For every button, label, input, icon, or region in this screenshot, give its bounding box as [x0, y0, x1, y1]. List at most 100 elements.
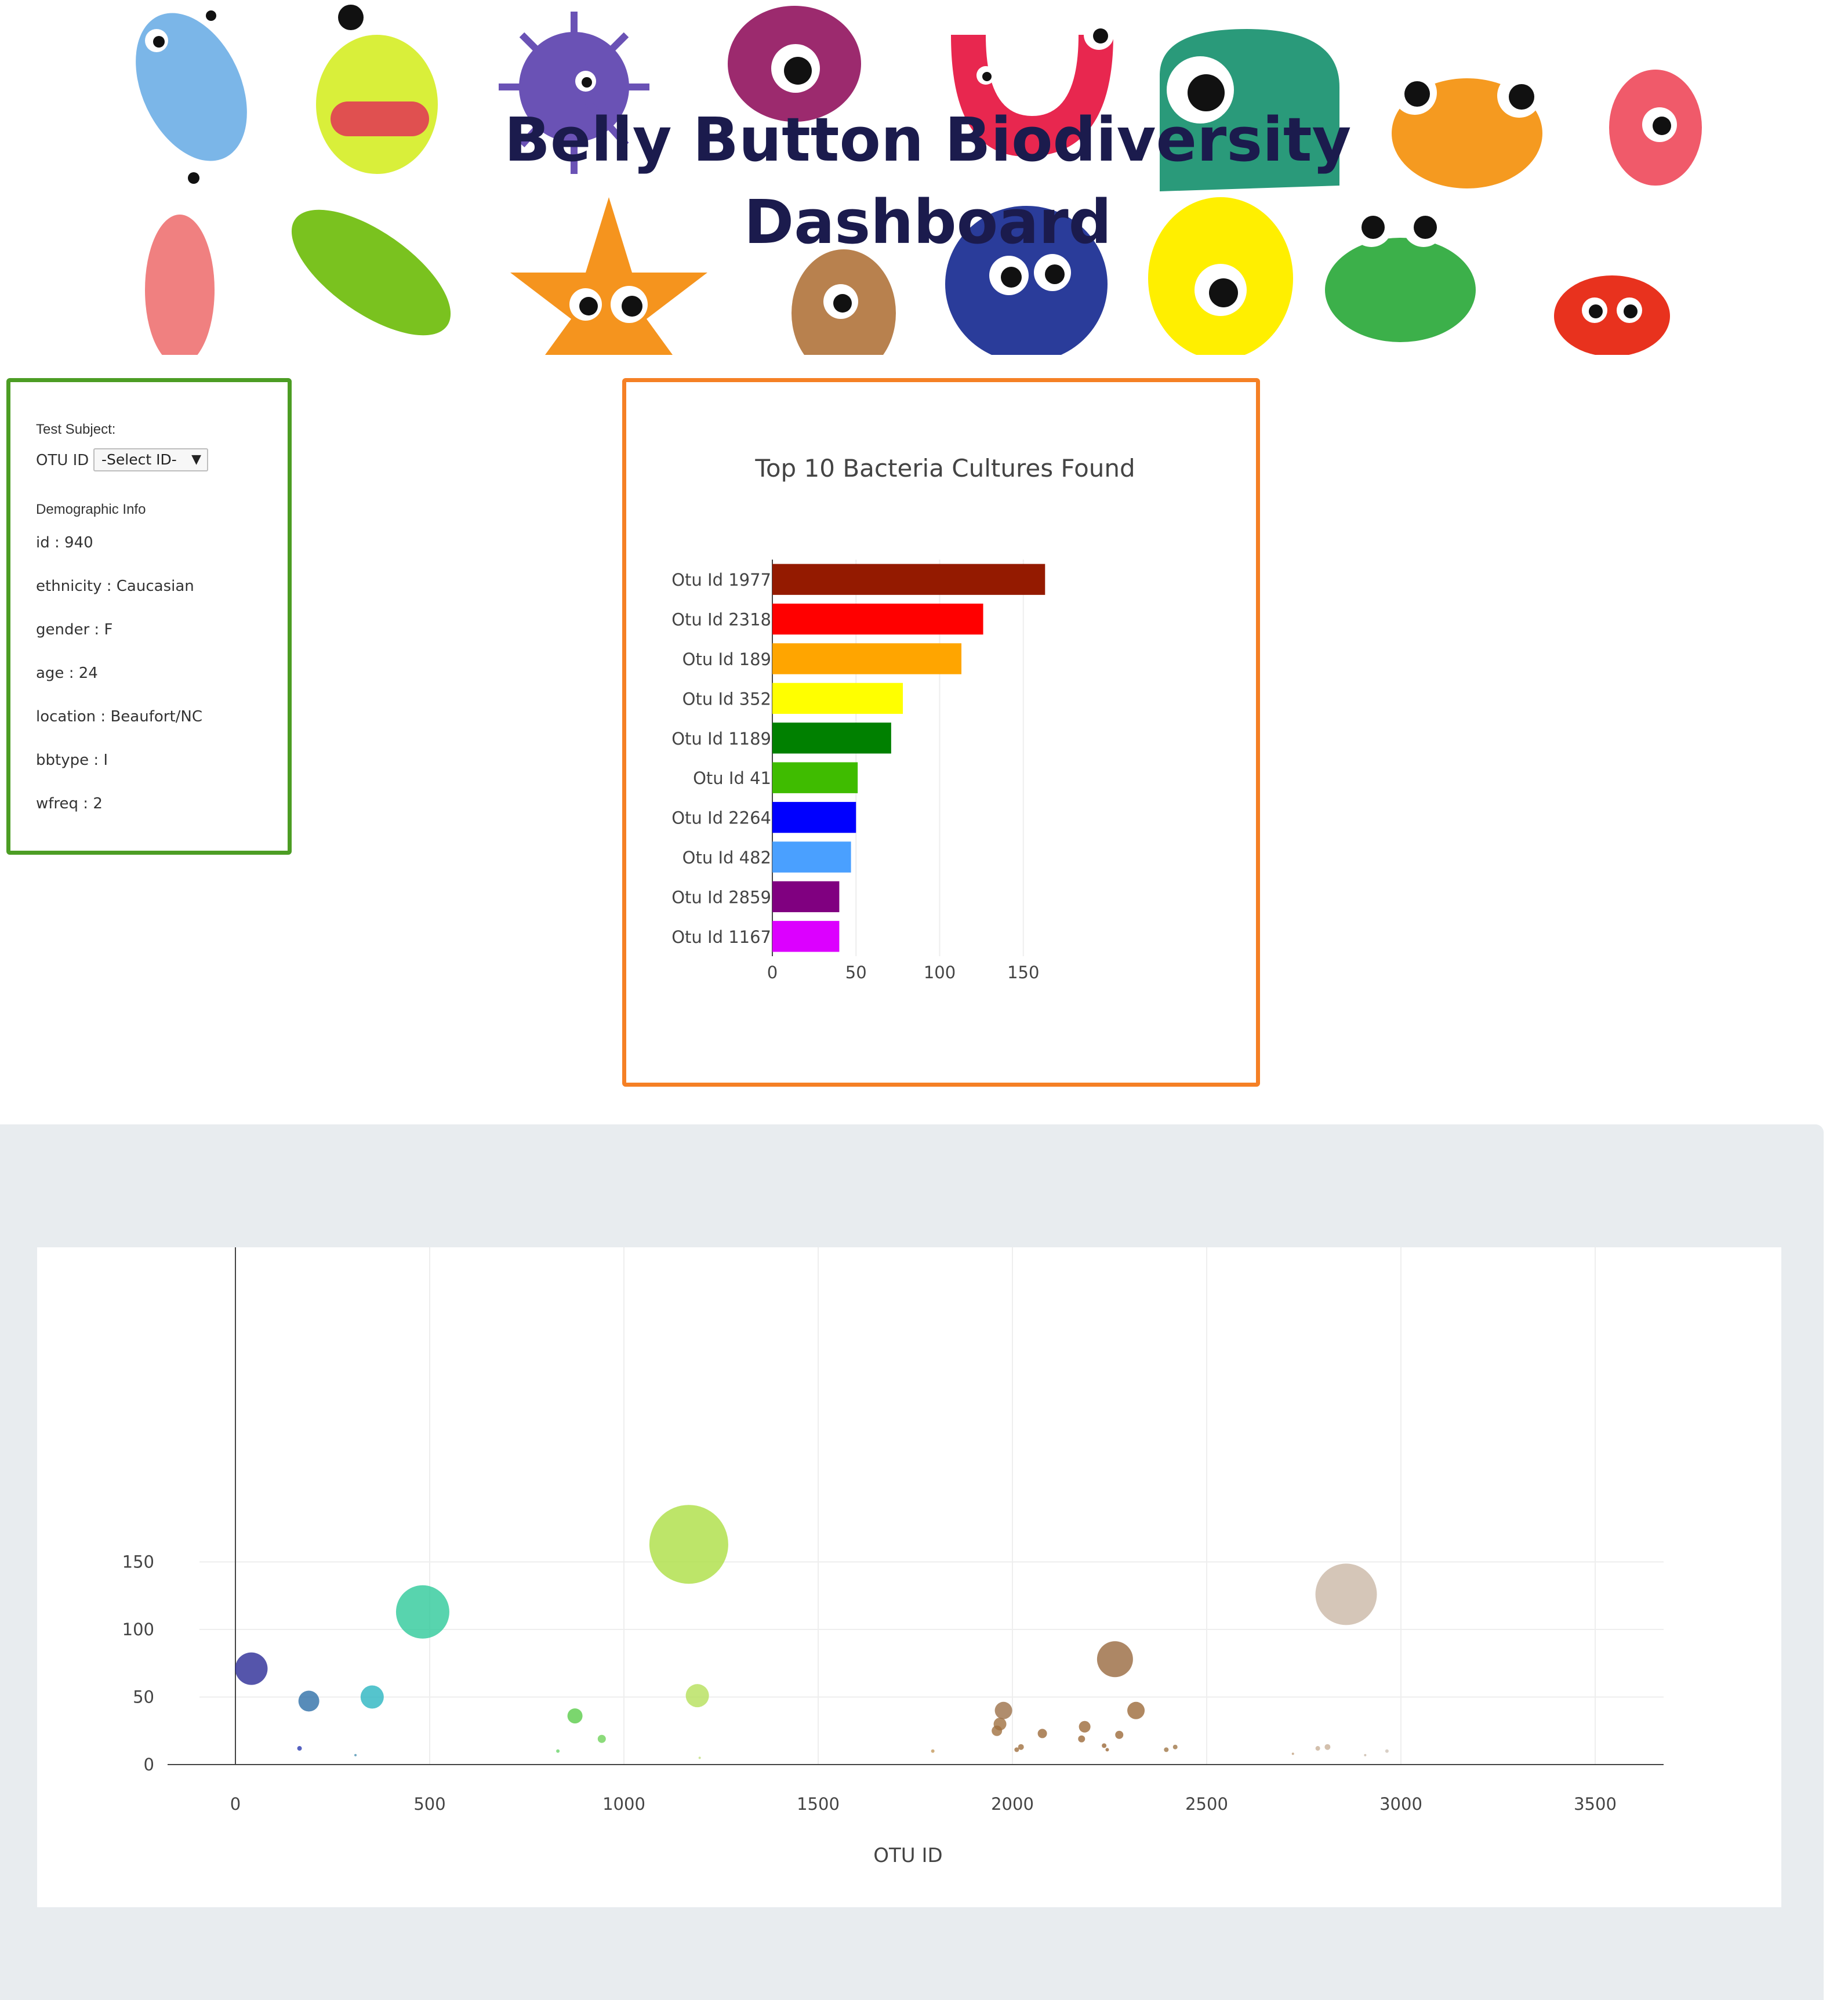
- bar-y-tick-label: Otu Id 2859: [671, 887, 771, 907]
- bar[interactable]: [772, 801, 856, 833]
- demographic-key: wfreq: [36, 795, 79, 812]
- bubble-point[interactable]: [567, 1708, 583, 1724]
- bubble-x-tick-label: 0: [230, 1794, 241, 1814]
- bubble-point[interactable]: [1291, 1752, 1294, 1755]
- header-banner: Belly Button Biodiversity Dashboard: [0, 0, 1848, 355]
- bubble-point[interactable]: [1385, 1749, 1389, 1753]
- bar-y-tick-label: Otu Id 352: [682, 689, 771, 709]
- dropdown-arrow-icon: ▼: [191, 452, 201, 467]
- demographic-value: F: [104, 621, 113, 638]
- bar-y-tick-label: Otu Id 1189: [671, 729, 771, 749]
- bar[interactable]: [772, 841, 851, 873]
- bar[interactable]: [772, 643, 962, 674]
- bubble-x-axis-title: OTU ID: [873, 1844, 942, 1867]
- bar-chart-title: Top 10 Bacteria Cultures Found: [754, 454, 1135, 482]
- demographic-row-age: age : 24: [36, 665, 98, 682]
- bubble-point[interactable]: [1164, 1747, 1169, 1752]
- bubble-point[interactable]: [1079, 1720, 1091, 1733]
- demographic-info-label: Demographic Info: [36, 502, 146, 517]
- bubble-x-tick-label: 1000: [602, 1794, 645, 1814]
- bar-y-tick-label: Otu Id 2264: [671, 808, 771, 828]
- bubble-point[interactable]: [1037, 1729, 1047, 1738]
- bubble-chart-area: 0 500 1000 1500 2000 2500 3000 3500 0 50 100 150 OT…: [37, 1247, 1781, 1907]
- otu-id-label: OTU ID: [36, 452, 89, 469]
- bubble-y-tick-label: 0: [144, 1755, 154, 1774]
- bubble-point[interactable]: [1315, 1746, 1320, 1751]
- demographic-row-location: location : Beaufort/NC: [36, 708, 203, 725]
- bubble-point[interactable]: [395, 1585, 449, 1639]
- bar-y-tick-label: Otu Id 189: [682, 649, 771, 669]
- demographic-value: 940: [64, 534, 93, 551]
- bubble-point[interactable]: [1078, 1735, 1085, 1743]
- demographic-key: age: [36, 665, 64, 682]
- bubble-point[interactable]: [556, 1749, 560, 1753]
- bubble-point[interactable]: [1115, 1730, 1124, 1739]
- bubble-point[interactable]: [360, 1685, 384, 1709]
- bubble-point[interactable]: [1315, 1563, 1377, 1625]
- bubble-x-tick-label: 2000: [991, 1794, 1034, 1814]
- bubble-point[interactable]: [235, 1652, 268, 1685]
- bar[interactable]: [772, 881, 840, 913]
- bubble-x-tick-label: 1500: [797, 1794, 840, 1814]
- demographic-row-gender: gender : F: [36, 621, 113, 638]
- page-title-line2: Dashboard: [743, 187, 1112, 257]
- bubble-point[interactable]: [1364, 1754, 1367, 1756]
- bubble-y-tick-label: 50: [133, 1687, 154, 1707]
- bar[interactable]: [772, 921, 840, 952]
- demographic-row-ethnicity: ethnicity : Caucasian: [36, 578, 194, 595]
- bar-y-tick-label: Otu Id 1977: [671, 570, 771, 590]
- bubble-y-tick-label: 150: [122, 1552, 154, 1572]
- bubble-x-tick-label: 3500: [1574, 1794, 1617, 1814]
- demographic-value: Caucasian: [116, 578, 194, 595]
- bar-chart: Top 10 Bacteria Cultures Found Otu Id 19…: [671, 454, 1135, 982]
- bubble-point[interactable]: [698, 1756, 701, 1759]
- bubble-point[interactable]: [649, 1505, 728, 1584]
- bubble-point[interactable]: [354, 1754, 357, 1756]
- demographic-key: ethnicity: [36, 578, 102, 595]
- bar[interactable]: [772, 683, 903, 714]
- demographic-value: 24: [78, 665, 98, 682]
- bar-y-tick-label: Otu Id 482: [682, 848, 771, 867]
- bubble-point[interactable]: [993, 1718, 1007, 1731]
- demographic-value: I: [103, 752, 108, 769]
- bubble-point[interactable]: [1018, 1744, 1024, 1750]
- bubble-point[interactable]: [1105, 1748, 1109, 1752]
- demographic-value: Beaufort/NC: [110, 708, 203, 725]
- bubble-point[interactable]: [597, 1734, 606, 1743]
- test-subject-label: Test Subject:: [36, 422, 116, 437]
- bubble-point[interactable]: [931, 1749, 935, 1753]
- bubble-point[interactable]: [1127, 1701, 1145, 1719]
- bubble-point[interactable]: [685, 1684, 709, 1708]
- bar-x-tick-label: 150: [1007, 963, 1039, 982]
- demographic-key: gender: [36, 621, 90, 638]
- demographic-row-bbtype: bbtype : I: [36, 752, 108, 769]
- bar[interactable]: [772, 762, 858, 793]
- bubble-x-tick-label: 2500: [1185, 1794, 1228, 1814]
- bar[interactable]: [772, 564, 1045, 595]
- demographic-key: location: [36, 708, 96, 725]
- bar-y-tick-label: Otu Id 2318: [671, 610, 771, 630]
- page-title: Belly Button Biodiversity Dashboard: [481, 99, 1374, 263]
- bar-chart-panel: Top 10 Bacteria Cultures Found Otu Id 19…: [622, 378, 1260, 1087]
- bar-x-tick-label: 50: [845, 963, 867, 982]
- bubble-point[interactable]: [1324, 1744, 1331, 1750]
- subject-id-select-value: -Select ID-: [101, 451, 177, 468]
- bar-y-tick-label: Otu Id 41: [693, 768, 771, 788]
- bar-y-tick-label: Otu Id 1167: [671, 927, 771, 947]
- bubble-x-tick-label: 3000: [1379, 1794, 1422, 1814]
- bubble-y-tick-label: 100: [122, 1620, 154, 1639]
- bubble-point[interactable]: [1097, 1641, 1133, 1678]
- bubble-point[interactable]: [1172, 1744, 1178, 1749]
- bubble-point[interactable]: [298, 1690, 320, 1712]
- demographic-key: bbtype: [36, 752, 89, 769]
- subject-id-select[interactable]: -Select ID- ▼: [93, 448, 208, 471]
- page-title-line1: Belly Button Biodiversity: [504, 104, 1352, 175]
- bar[interactable]: [772, 723, 891, 754]
- bubble-point[interactable]: [297, 1746, 302, 1751]
- bubble-point[interactable]: [1102, 1743, 1107, 1748]
- bar-x-tick-label: 100: [924, 963, 956, 982]
- demographic-key: id: [36, 534, 50, 551]
- bar[interactable]: [772, 603, 983, 635]
- demographic-row-id: id : 940: [36, 534, 93, 551]
- bubble-point[interactable]: [994, 1701, 1012, 1719]
